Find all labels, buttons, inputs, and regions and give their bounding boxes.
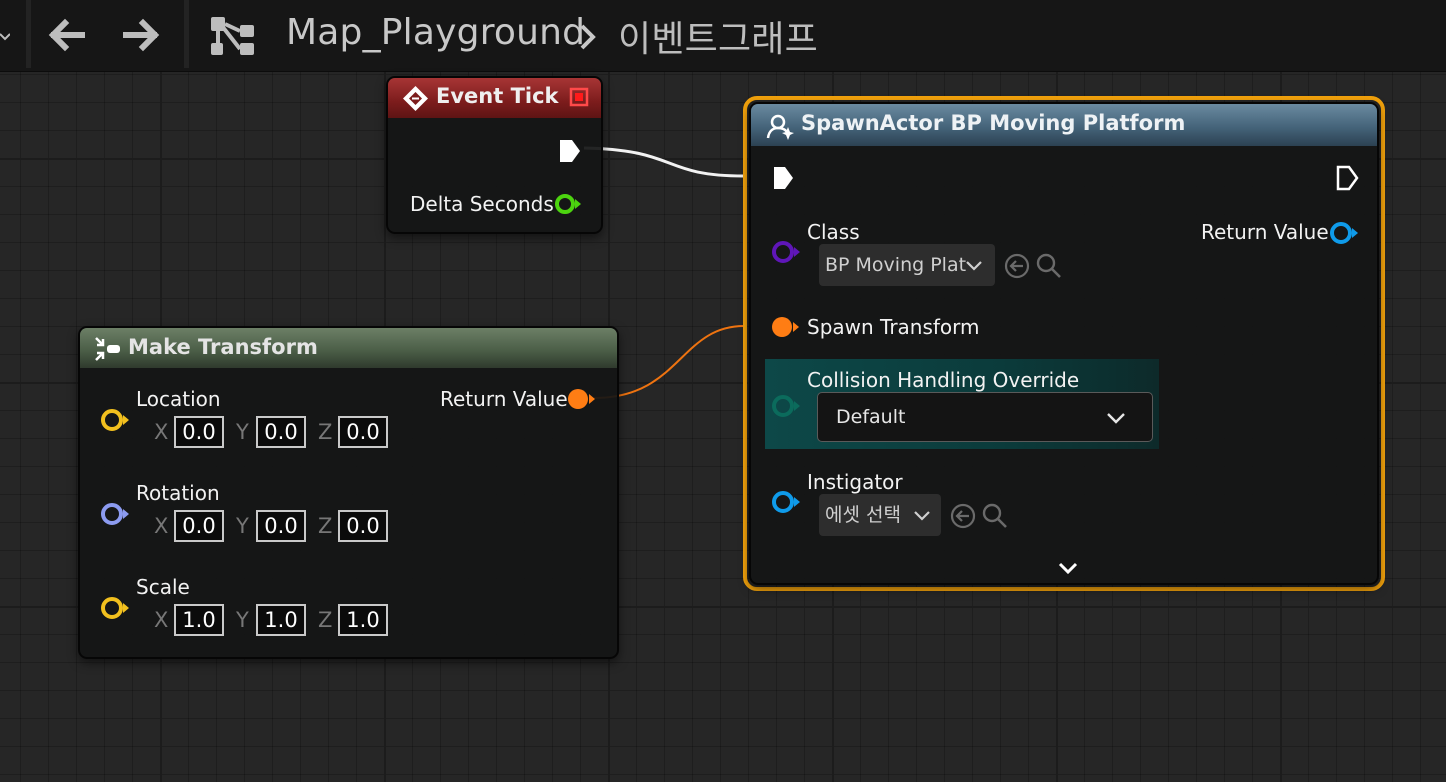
- node-header[interactable]: SpawnActor BP Moving Platform: [751, 104, 1377, 146]
- collision-handling-value: Default: [836, 406, 906, 428]
- scale-y-field[interactable]: 1.0: [256, 604, 306, 636]
- axis-z-label: Z: [318, 514, 333, 538]
- search-icon[interactable]: [981, 502, 1009, 530]
- axis-x-label: X: [154, 420, 169, 444]
- return-value-label: Return Value: [1201, 220, 1329, 244]
- axis-z-label: Z: [318, 608, 333, 632]
- instigator-picker[interactable]: 에셋 선택: [819, 494, 941, 536]
- transform-output-pin[interactable]: [567, 388, 597, 410]
- class-picker-value: BP Moving Plat: [825, 254, 967, 276]
- use-selected-icon[interactable]: [1003, 252, 1031, 280]
- chevron-down-icon: [1107, 413, 1125, 424]
- vector-input-pin[interactable]: [100, 408, 130, 432]
- node-title: Event Tick: [436, 84, 559, 108]
- object-input-pin[interactable]: [771, 490, 801, 514]
- float-output-pin[interactable]: [554, 193, 582, 215]
- rotation-label: Rotation: [136, 481, 220, 505]
- instigator-picker-value: 에셋 선택: [825, 504, 901, 526]
- collision-handling-dropdown[interactable]: Default: [817, 392, 1153, 442]
- class-picker[interactable]: BP Moving Plat: [819, 244, 995, 286]
- scale-x-field[interactable]: 1.0: [174, 604, 224, 636]
- rotation-z-field[interactable]: 0.0: [338, 510, 388, 542]
- class-input-pin[interactable]: [771, 240, 801, 264]
- chevron-down-icon[interactable]: [1057, 560, 1079, 576]
- chevron-down-icon: [966, 261, 982, 271]
- rotation-y-field[interactable]: 0.0: [256, 510, 306, 542]
- make-transform-node[interactable]: Make Transform Return Value Location X 0…: [78, 326, 619, 659]
- rotator-input-pin[interactable]: [100, 502, 130, 526]
- exec-wire[interactable]: [583, 146, 745, 178]
- scale-z-field[interactable]: 1.0: [338, 604, 388, 636]
- stop-square-icon: [569, 87, 589, 107]
- node-title: SpawnActor BP Moving Platform: [801, 111, 1186, 135]
- node-header[interactable]: Make Transform: [80, 328, 617, 368]
- instigator-label: Instigator: [807, 470, 903, 494]
- axis-y-label: Y: [236, 608, 249, 632]
- scale-label: Scale: [136, 575, 190, 599]
- location-y-field[interactable]: 0.0: [256, 416, 306, 448]
- use-selected-icon[interactable]: [949, 502, 977, 530]
- exec-output-pin[interactable]: [1335, 165, 1361, 191]
- location-z-field[interactable]: 0.0: [338, 416, 388, 448]
- axis-y-label: Y: [236, 514, 249, 538]
- delta-seconds-label: Delta Seconds: [410, 192, 554, 216]
- spawn-transform-label: Spawn Transform: [807, 315, 980, 339]
- class-label: Class: [807, 220, 860, 244]
- enum-input-pin[interactable]: [771, 394, 801, 418]
- location-label: Location: [136, 387, 221, 411]
- chevron-down-icon: [914, 511, 930, 521]
- axis-z-label: Z: [318, 420, 333, 444]
- collision-handling-label: Collision Handling Override: [807, 368, 1080, 392]
- location-x-field[interactable]: 0.0: [174, 416, 224, 448]
- event-diamond-icon: [403, 86, 428, 111]
- exec-output-pin[interactable]: [558, 138, 582, 164]
- node-header[interactable]: Event Tick: [388, 78, 601, 118]
- spawn-actor-icon: [766, 114, 794, 140]
- exec-input-pin[interactable]: [771, 165, 797, 191]
- object-output-pin[interactable]: [1329, 221, 1359, 245]
- node-title: Make Transform: [128, 335, 318, 359]
- vector-input-pin[interactable]: [100, 596, 130, 620]
- spawn-actor-node[interactable]: SpawnActor BP Moving Platform Class BP M…: [749, 102, 1379, 585]
- function-icon: [95, 337, 120, 361]
- event-tick-node[interactable]: Event Tick Delta Seconds: [386, 76, 603, 234]
- rotation-x-field[interactable]: 0.0: [174, 510, 224, 542]
- return-value-label: Return Value: [440, 387, 568, 411]
- search-icon[interactable]: [1035, 252, 1063, 280]
- transform-input-pin[interactable]: [771, 316, 801, 338]
- axis-x-label: X: [154, 608, 169, 632]
- axis-y-label: Y: [236, 420, 249, 444]
- axis-x-label: X: [154, 514, 169, 538]
